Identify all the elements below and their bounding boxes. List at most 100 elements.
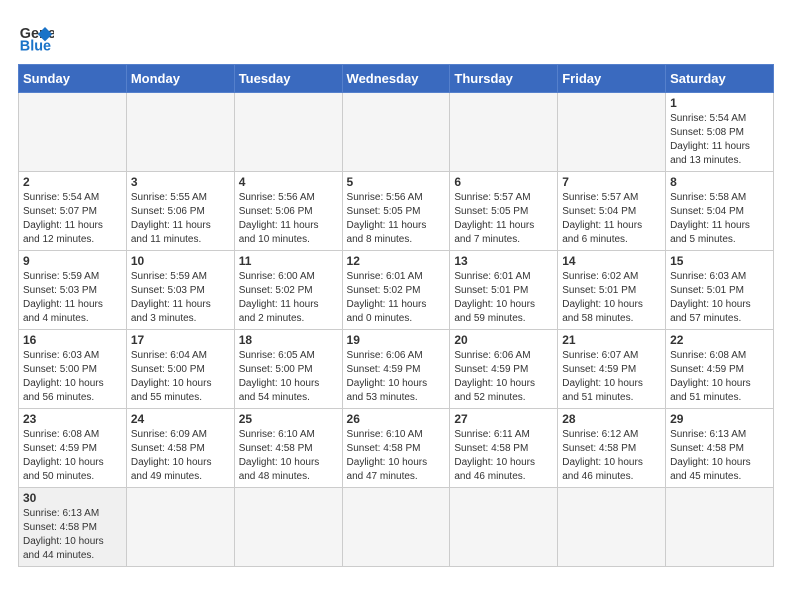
- calendar-week-3: 9 Sunrise: 5:59 AM Sunset: 5:03 PM Daylig…: [19, 251, 774, 330]
- day-info: Sunrise: 6:09 AM Sunset: 4:58 PM Dayligh…: [131, 428, 230, 484]
- calendar-cell: 22 Sunrise: 6:08 AM Sunset: 4:59 PM Dayli…: [666, 330, 774, 409]
- calendar-cell: 6 Sunrise: 5:57 AM Sunset: 5:05 PM Daylig…: [450, 172, 558, 251]
- calendar-week-2: 2 Sunrise: 5:54 AM Sunset: 5:07 PM Daylig…: [19, 172, 774, 251]
- day-number: 9: [23, 254, 122, 268]
- calendar-week-1: 1Sunrise: 5:54 AM Sunset: 5:08 PM Daylig…: [19, 93, 774, 172]
- weekday-tuesday: Tuesday: [234, 65, 342, 93]
- day-number: 8: [670, 175, 769, 189]
- calendar-cell: 26 Sunrise: 6:10 AM Sunset: 4:58 PM Dayli…: [342, 409, 450, 488]
- calendar-cell: 24 Sunrise: 6:09 AM Sunset: 4:58 PM Dayli…: [126, 409, 234, 488]
- page: General Blue SundayMondayTuesdayWednesda…: [0, 0, 792, 577]
- weekday-friday: Friday: [558, 65, 666, 93]
- calendar-cell: 12 Sunrise: 6:01 AM Sunset: 5:02 PM Dayli…: [342, 251, 450, 330]
- calendar-cell: 25 Sunrise: 6:10 AM Sunset: 4:58 PM Dayli…: [234, 409, 342, 488]
- calendar-cell: 9 Sunrise: 5:59 AM Sunset: 5:03 PM Daylig…: [19, 251, 127, 330]
- day-number: 4: [239, 175, 338, 189]
- calendar-cell: 3Sunrise: 5:55 AM Sunset: 5:06 PM Daylig…: [126, 172, 234, 251]
- day-number: 30: [23, 491, 122, 505]
- day-info: Sunrise: 6:00 AM Sunset: 5:02 PM Dayligh…: [239, 270, 338, 326]
- weekday-sunday: Sunday: [19, 65, 127, 93]
- day-number: 1: [670, 96, 769, 110]
- day-info: Sunrise: 6:06 AM Sunset: 4:59 PM Dayligh…: [454, 349, 553, 405]
- day-number: 25: [239, 412, 338, 426]
- calendar-cell: 27Sunrise: 6:11 AM Sunset: 4:58 PM Dayli…: [450, 409, 558, 488]
- calendar-cell: 11 Sunrise: 6:00 AM Sunset: 5:02 PM Dayli…: [234, 251, 342, 330]
- day-number: 10: [131, 254, 230, 268]
- day-info: Sunrise: 6:01 AM Sunset: 5:01 PM Dayligh…: [454, 270, 553, 326]
- day-number: 5: [347, 175, 446, 189]
- day-number: 6: [454, 175, 553, 189]
- calendar-cell: 16Sunrise: 6:03 AM Sunset: 5:00 PM Dayli…: [19, 330, 127, 409]
- day-number: 7: [562, 175, 661, 189]
- day-info: Sunrise: 5:56 AM Sunset: 5:05 PM Dayligh…: [347, 191, 446, 247]
- day-info: Sunrise: 5:57 AM Sunset: 5:04 PM Dayligh…: [562, 191, 661, 247]
- day-info: Sunrise: 5:59 AM Sunset: 5:03 PM Dayligh…: [23, 270, 122, 326]
- calendar-cell: 29 Sunrise: 6:13 AM Sunset: 4:58 PM Dayli…: [666, 409, 774, 488]
- day-info: Sunrise: 6:10 AM Sunset: 4:58 PM Dayligh…: [239, 428, 338, 484]
- day-info: Sunrise: 6:06 AM Sunset: 4:59 PM Dayligh…: [347, 349, 446, 405]
- day-info: Sunrise: 6:13 AM Sunset: 4:58 PM Dayligh…: [670, 428, 769, 484]
- calendar-cell: 1Sunrise: 5:54 AM Sunset: 5:08 PM Daylig…: [666, 93, 774, 172]
- day-number: 18: [239, 333, 338, 347]
- calendar-cell: [558, 93, 666, 172]
- calendar-cell: 20 Sunrise: 6:06 AM Sunset: 4:59 PM Dayli…: [450, 330, 558, 409]
- weekday-monday: Monday: [126, 65, 234, 93]
- day-info: Sunrise: 6:10 AM Sunset: 4:58 PM Dayligh…: [347, 428, 446, 484]
- weekday-saturday: Saturday: [666, 65, 774, 93]
- calendar-cell: 10 Sunrise: 5:59 AM Sunset: 5:03 PM Dayli…: [126, 251, 234, 330]
- calendar-cell: 7 Sunrise: 5:57 AM Sunset: 5:04 PM Daylig…: [558, 172, 666, 251]
- calendar-cell: [342, 488, 450, 567]
- day-number: 17: [131, 333, 230, 347]
- calendar-cell: 2 Sunrise: 5:54 AM Sunset: 5:07 PM Daylig…: [19, 172, 127, 251]
- day-number: 21: [562, 333, 661, 347]
- day-number: 24: [131, 412, 230, 426]
- day-info: Sunrise: 5:56 AM Sunset: 5:06 PM Dayligh…: [239, 191, 338, 247]
- weekday-thursday: Thursday: [450, 65, 558, 93]
- day-info: Sunrise: 6:03 AM Sunset: 5:00 PM Dayligh…: [23, 349, 122, 405]
- day-number: 22: [670, 333, 769, 347]
- day-number: 27: [454, 412, 553, 426]
- day-info: Sunrise: 5:59 AM Sunset: 5:03 PM Dayligh…: [131, 270, 230, 326]
- logo: General Blue: [18, 18, 54, 54]
- day-info: Sunrise: 6:03 AM Sunset: 5:01 PM Dayligh…: [670, 270, 769, 326]
- day-info: Sunrise: 6:05 AM Sunset: 5:00 PM Dayligh…: [239, 349, 338, 405]
- day-number: 3: [131, 175, 230, 189]
- calendar-cell: [19, 93, 127, 172]
- day-number: 29: [670, 412, 769, 426]
- calendar-cell: 28 Sunrise: 6:12 AM Sunset: 4:58 PM Dayli…: [558, 409, 666, 488]
- day-info: Sunrise: 6:12 AM Sunset: 4:58 PM Dayligh…: [562, 428, 661, 484]
- day-number: 26: [347, 412, 446, 426]
- calendar-week-4: 16Sunrise: 6:03 AM Sunset: 5:00 PM Dayli…: [19, 330, 774, 409]
- calendar-cell: 14Sunrise: 6:02 AM Sunset: 5:01 PM Dayli…: [558, 251, 666, 330]
- day-info: Sunrise: 6:01 AM Sunset: 5:02 PM Dayligh…: [347, 270, 446, 326]
- calendar-cell: 13 Sunrise: 6:01 AM Sunset: 5:01 PM Dayli…: [450, 251, 558, 330]
- calendar-cell: 18 Sunrise: 6:05 AM Sunset: 5:00 PM Dayli…: [234, 330, 342, 409]
- calendar-table: SundayMondayTuesdayWednesdayThursdayFrid…: [18, 64, 774, 567]
- day-number: 12: [347, 254, 446, 268]
- day-number: 19: [347, 333, 446, 347]
- calendar-cell: 30 Sunrise: 6:13 AM Sunset: 4:58 PM Dayli…: [19, 488, 127, 567]
- weekday-header-row: SundayMondayTuesdayWednesdayThursdayFrid…: [19, 65, 774, 93]
- calendar-cell: [342, 93, 450, 172]
- day-number: 20: [454, 333, 553, 347]
- calendar-cell: 5 Sunrise: 5:56 AM Sunset: 5:05 PM Daylig…: [342, 172, 450, 251]
- day-info: Sunrise: 5:58 AM Sunset: 5:04 PM Dayligh…: [670, 191, 769, 247]
- day-number: 11: [239, 254, 338, 268]
- calendar-cell: [450, 93, 558, 172]
- logo-icon: General Blue: [18, 18, 54, 54]
- header: General Blue: [18, 18, 774, 54]
- calendar-cell: 4 Sunrise: 5:56 AM Sunset: 5:06 PM Daylig…: [234, 172, 342, 251]
- day-number: 13: [454, 254, 553, 268]
- calendar-cell: [450, 488, 558, 567]
- day-info: Sunrise: 5:57 AM Sunset: 5:05 PM Dayligh…: [454, 191, 553, 247]
- day-info: Sunrise: 5:54 AM Sunset: 5:07 PM Dayligh…: [23, 191, 122, 247]
- day-number: 2: [23, 175, 122, 189]
- calendar-week-6: 30 Sunrise: 6:13 AM Sunset: 4:58 PM Dayli…: [19, 488, 774, 567]
- day-info: Sunrise: 6:13 AM Sunset: 4:58 PM Dayligh…: [23, 507, 122, 563]
- day-info: Sunrise: 6:04 AM Sunset: 5:00 PM Dayligh…: [131, 349, 230, 405]
- day-info: Sunrise: 6:08 AM Sunset: 4:59 PM Dayligh…: [670, 349, 769, 405]
- calendar-cell: 19 Sunrise: 6:06 AM Sunset: 4:59 PM Dayli…: [342, 330, 450, 409]
- day-number: 14: [562, 254, 661, 268]
- calendar-cell: [126, 93, 234, 172]
- day-number: 28: [562, 412, 661, 426]
